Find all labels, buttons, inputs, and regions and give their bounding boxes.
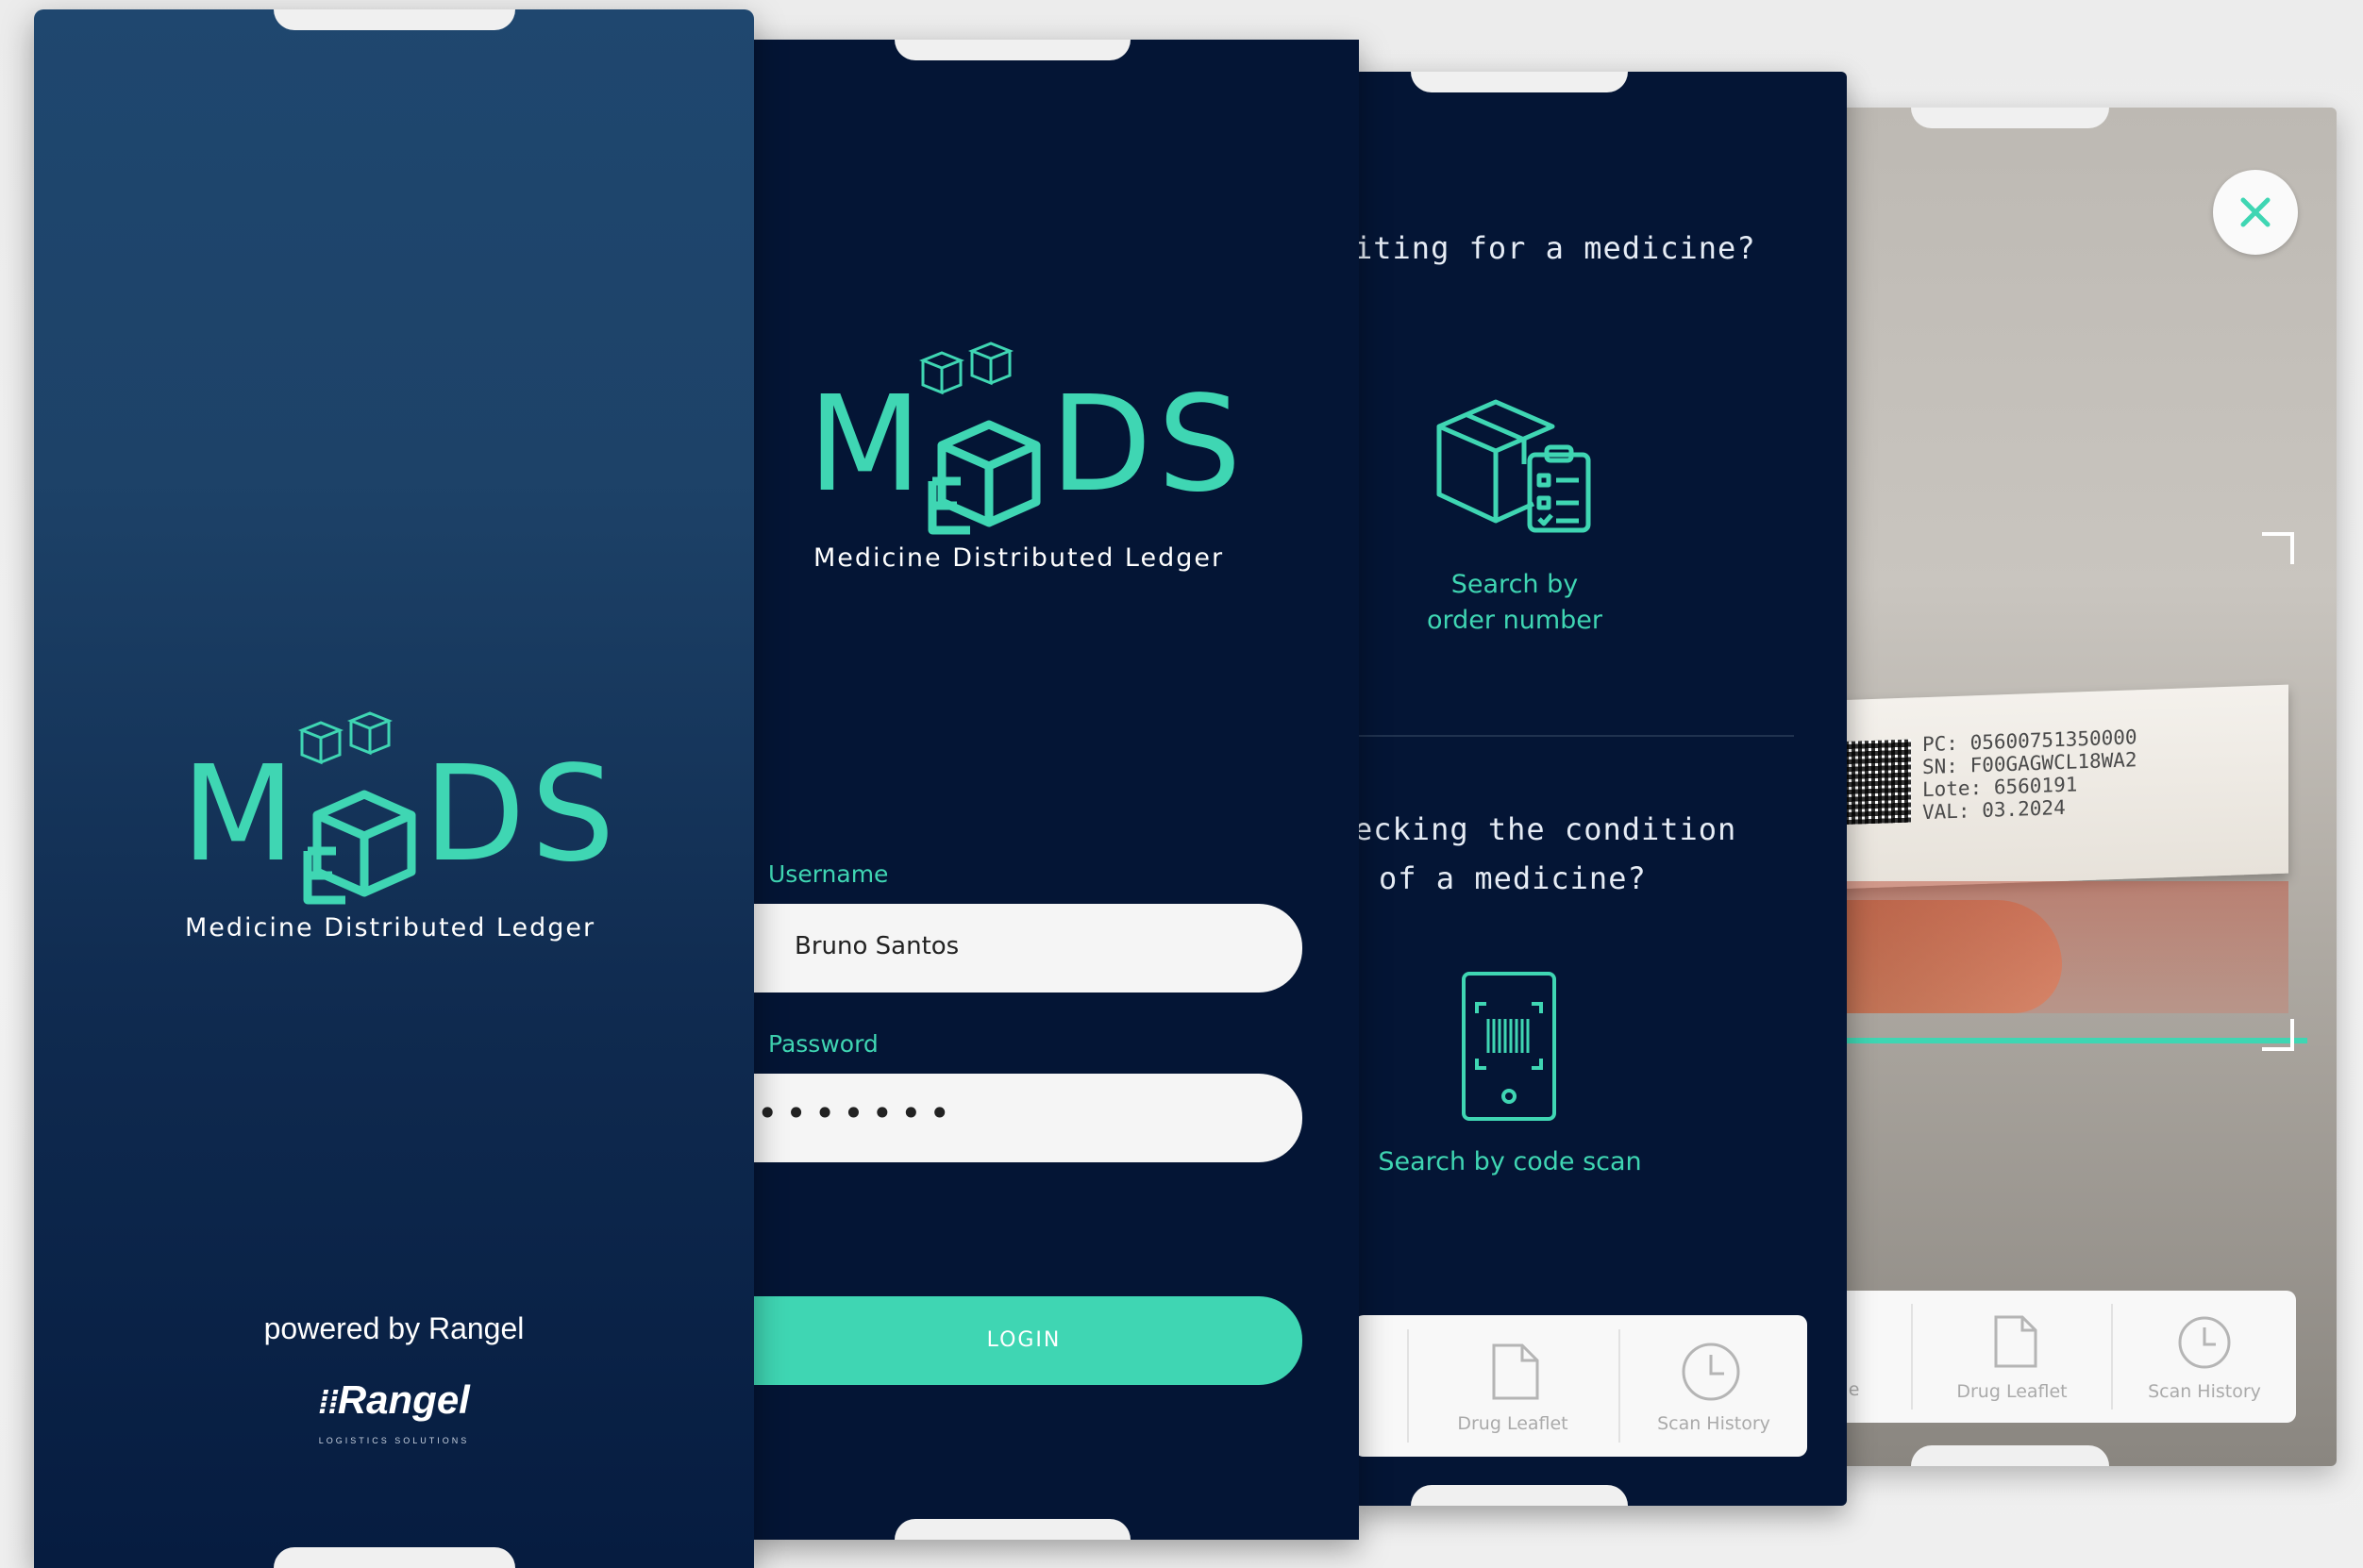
logo-stripes-icon: ⁞⁞ xyxy=(318,1385,339,1421)
tab-drug-leaflet[interactable]: Drug Leaflet xyxy=(1913,1291,2111,1423)
box-checklist-icon xyxy=(1436,399,1591,533)
logo-cube-e-icon xyxy=(928,420,1041,535)
scanner-tab-bar: age Drug Leaflet Scan History xyxy=(1835,1291,2296,1423)
logo-letters-ds: DS xyxy=(423,738,621,892)
splash-screen: MEDS Medicine Distributed Ledger powered… xyxy=(34,9,754,1568)
logo-letter-m: M xyxy=(808,368,928,522)
tab-drug-leaflet-label: Drug Leaflet xyxy=(1457,1413,1568,1434)
company-logo-text: Rangel xyxy=(337,1377,470,1422)
tab-drug-leaflet[interactable]: Drug Leaflet xyxy=(1409,1315,1617,1457)
clock-icon xyxy=(1682,1343,1740,1401)
document-icon xyxy=(1492,1343,1539,1400)
question-condition-line2: of a medicine? xyxy=(1379,860,1647,896)
phone-notch xyxy=(1911,108,2109,128)
viewfinder-corner-top-right xyxy=(2262,532,2294,564)
password-field[interactable]: ••••••• xyxy=(746,1074,1302,1162)
password-value: ••••••• xyxy=(757,1093,958,1134)
question-condition-line1: ecking the condition xyxy=(1354,811,1737,847)
close-icon xyxy=(2240,197,2271,227)
search-order-label-line2: order number xyxy=(1427,606,1602,635)
username-label: Username xyxy=(768,860,889,888)
tab-drug-leaflet-label: Drug Leaflet xyxy=(1956,1381,2068,1402)
login-screen: MEDS Medicine Distributed Ledger Usernam… xyxy=(746,40,1359,1540)
section-divider xyxy=(1354,735,1794,737)
home-tab-bar: Drug Leaflet Scan History xyxy=(1354,1315,1807,1457)
username-value: Bruno Santos xyxy=(795,932,960,960)
logo-letter-m: M xyxy=(181,738,301,892)
search-scan-label: Search by code scan xyxy=(1378,1147,1642,1176)
tab-scan-history[interactable]: Scan History xyxy=(2113,1291,2296,1423)
home-screen: iting for a medicine? Search by order nu… xyxy=(1354,72,1847,1506)
phone-notch xyxy=(895,40,1131,60)
tab-scan-history-label: Scan History xyxy=(2148,1381,2261,1402)
question-waiting: iting for a medicine? xyxy=(1354,230,1756,266)
password-label: Password xyxy=(768,1030,879,1058)
search-order-label-line1: Search by xyxy=(1450,570,1579,599)
app-tagline: Medicine Distributed Ledger xyxy=(185,913,596,942)
tab-scan-history-label: Scan History xyxy=(1657,1413,1770,1434)
company-tagline: LOGISTICS SOLUTIONS xyxy=(318,1436,470,1445)
phone-notch-bottom xyxy=(1911,1445,2109,1466)
clock-icon xyxy=(2178,1316,2231,1369)
powered-by-text: powered by Rangel xyxy=(263,1311,525,1345)
phone-notch xyxy=(1411,72,1628,92)
scanner-screen: PC: 05600751350000 SN: F00GAGWCL18WA2 Lo… xyxy=(1835,108,2337,1466)
hand-shadow xyxy=(1835,881,2288,1013)
document-icon xyxy=(1994,1315,2037,1368)
logo-cube-e-icon xyxy=(303,790,416,905)
tab-scan-history[interactable]: Scan History xyxy=(1620,1315,1807,1457)
company-logo: ⁞⁞Rangel xyxy=(34,1377,754,1423)
viewfinder-corner-bottom-right xyxy=(2262,1019,2294,1051)
scan-line xyxy=(1835,1038,2307,1043)
login-button[interactable]: LOGIN xyxy=(746,1296,1302,1385)
logo-letters-ds: DS xyxy=(1049,368,1248,522)
search-order-label: Search by order number xyxy=(1392,567,1637,639)
phone-notch-bottom xyxy=(274,1547,515,1568)
medicine-box: PC: 05600751350000 SN: F00GAGWCL18WA2 Lo… xyxy=(1835,684,2288,890)
phone-notch xyxy=(274,9,515,30)
phone-notch-bottom xyxy=(1411,1485,1628,1506)
close-button[interactable] xyxy=(2213,170,2298,255)
username-field[interactable]: Bruno Santos xyxy=(746,904,1302,993)
phone-notch-bottom xyxy=(895,1519,1131,1540)
app-tagline: Medicine Distributed Ledger xyxy=(813,543,1225,573)
phone-scan-icon xyxy=(1462,972,1556,1121)
tab-image[interactable]: age xyxy=(1835,1291,1911,1423)
datamatrix-code xyxy=(1845,739,1911,826)
